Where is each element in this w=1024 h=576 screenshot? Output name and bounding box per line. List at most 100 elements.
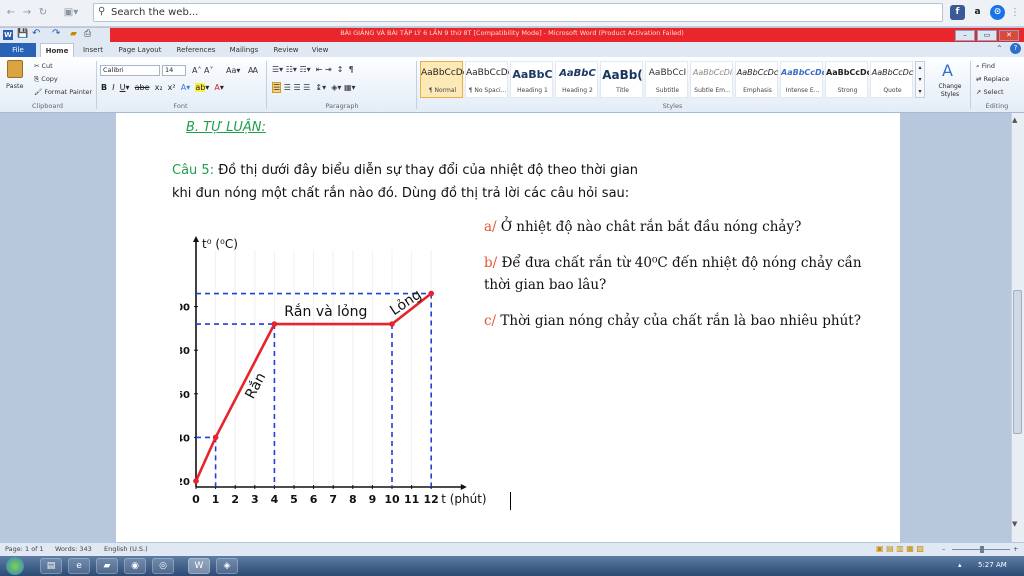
zoom-slider-thumb[interactable] xyxy=(980,546,984,553)
underline-icon[interactable]: U xyxy=(120,83,126,92)
tab-references[interactable]: References xyxy=(172,43,220,57)
cut-button[interactable]: ✂ Cut xyxy=(34,62,53,70)
superscript-icon[interactable]: x² xyxy=(168,83,176,92)
zoom-out-icon[interactable]: – xyxy=(942,545,945,553)
bold-icon[interactable]: B xyxy=(101,83,107,92)
taskbar: ▤ e ▰ ◉ ◎ W ◈ ▴ 5:27 AM xyxy=(0,556,1024,576)
view-buttons[interactable]: ▣ ▤ ▥ ▦ ▧ xyxy=(876,544,924,553)
forward-icon[interactable]: → xyxy=(20,6,34,20)
chrome-icon[interactable]: ◉ xyxy=(124,558,146,574)
shading-icon[interactable]: ◈▾ xyxy=(331,83,341,92)
tab-view[interactable]: View xyxy=(306,43,334,57)
subscript-icon[interactable]: x₂ xyxy=(155,83,163,92)
format-painter-button[interactable]: 🖌 Format Painter xyxy=(34,88,92,96)
app-icon[interactable]: ◎ xyxy=(152,558,174,574)
section-heading-text: B. TỰ LUẬN: xyxy=(186,120,266,135)
zoom-in-icon[interactable]: + xyxy=(1013,545,1018,553)
style-no-spacing[interactable]: AaBbCcDc ¶ No Spaci... xyxy=(465,61,509,98)
redo-icon[interactable]: ↷ xyxy=(52,28,60,39)
help-icon[interactable]: ? xyxy=(1010,43,1021,54)
word-taskbar-icon[interactable]: W xyxy=(188,558,210,574)
print-icon[interactable]: ⎙ xyxy=(84,29,91,39)
scrollbar-thumb[interactable] xyxy=(1013,290,1022,434)
change-case-icon[interactable]: Aa▾ xyxy=(226,66,240,75)
scroll-up-icon[interactable]: ▲ xyxy=(1012,116,1017,124)
folder-icon[interactable]: ▰ xyxy=(96,558,118,574)
style-title[interactable]: AaBb( Title xyxy=(600,61,643,98)
sort-icon[interactable]: ↕ xyxy=(337,65,344,74)
tab-menu-icon[interactable]: ▣▾ xyxy=(60,6,82,20)
tab-insert[interactable]: Insert xyxy=(78,43,108,57)
justify-icon[interactable]: ☰ xyxy=(303,83,310,92)
sub-question-text: Để đưa chất rắn từ 40⁰C đến nhiệt độ nón… xyxy=(497,255,862,271)
tab-home[interactable]: Home xyxy=(40,43,74,57)
style-emphasis[interactable]: AaBbCcDc Emphasis xyxy=(735,61,778,98)
tab-mailings[interactable]: Mailings xyxy=(224,43,264,57)
open-icon[interactable]: ▰ xyxy=(70,29,77,39)
show-marks-icon[interactable]: ¶ xyxy=(349,65,354,74)
strikethrough-icon[interactable]: abe xyxy=(135,83,150,92)
copy-button[interactable]: ⎘ Copy xyxy=(34,75,58,84)
highlight-icon[interactable]: ab xyxy=(195,83,206,92)
style-strong[interactable]: AaBbCcDc Strong xyxy=(825,61,869,98)
tab-review[interactable]: Review xyxy=(268,43,304,57)
clock[interactable]: 5:27 AM xyxy=(978,561,1007,569)
find-button[interactable]: ⌕ Find xyxy=(976,62,995,71)
style-heading-2[interactable]: AaBbC Heading 2 xyxy=(555,61,598,98)
explorer-icon[interactable]: ▤ xyxy=(40,558,62,574)
minimize-icon[interactable]: – xyxy=(955,30,975,41)
change-styles-button[interactable]: A Change Styles xyxy=(932,61,968,101)
facebook-icon[interactable]: f xyxy=(950,5,965,20)
word-count[interactable]: Words: 343 xyxy=(55,545,92,553)
scroll-down-icon[interactable]: ▼ xyxy=(1012,520,1017,528)
style-subtitle[interactable]: AaBbCcI Subtitle xyxy=(645,61,688,98)
start-button-icon[interactable] xyxy=(6,557,24,575)
borders-icon[interactable]: ▦▾ xyxy=(344,83,356,92)
numbering-icon[interactable]: ☷▾ xyxy=(286,65,297,74)
line-spacing-icon[interactable]: ↨▾ xyxy=(315,83,326,92)
select-button[interactable]: ➚ Select xyxy=(976,88,1004,96)
page-count[interactable]: Page: 1 of 1 xyxy=(5,545,44,553)
ie-icon[interactable]: e xyxy=(68,558,90,574)
align-left-icon[interactable]: ☰ xyxy=(272,82,282,93)
align-right-icon[interactable]: ☰ xyxy=(293,83,300,92)
save-icon[interactable]: 💾 xyxy=(17,29,28,39)
tab-page-layout[interactable]: Page Layout xyxy=(112,43,168,57)
refresh-icon[interactable]: ↻ xyxy=(36,6,50,20)
minimize-ribbon-icon[interactable]: ⌃ xyxy=(996,44,1003,53)
tab-file[interactable]: File xyxy=(0,43,36,57)
replace-button[interactable]: ⇄ Replace xyxy=(976,75,1009,83)
search-input[interactable]: ⚲ Search the web... xyxy=(93,3,943,22)
style-normal[interactable]: AaBbCcDc ¶ Normal xyxy=(420,61,464,98)
clear-format-icon[interactable]: Ꜳ xyxy=(248,66,258,75)
amazon-icon[interactable]: a xyxy=(970,5,985,20)
extension-icon[interactable]: ⊙ xyxy=(990,5,1005,20)
style-intense-emphasis[interactable]: AaBbCcDc Intense E... xyxy=(780,61,824,98)
language-status[interactable]: English (U.S.) xyxy=(104,545,148,553)
back-icon[interactable]: ← xyxy=(4,6,18,20)
style-subtle-emphasis[interactable]: AaBbCcDi Subtle Em... xyxy=(690,61,733,98)
data-point xyxy=(212,434,219,441)
text-effects-icon[interactable]: A▾ xyxy=(181,83,191,92)
font-size-select[interactable]: 14 xyxy=(162,65,186,76)
paste-button[interactable]: Paste xyxy=(4,60,26,90)
font-color-icon[interactable]: A xyxy=(214,83,219,92)
bullets-icon[interactable]: ☰▾ xyxy=(272,65,283,74)
decrease-indent-icon[interactable]: ⇤ xyxy=(316,65,323,74)
increase-indent-icon[interactable]: ⇥ xyxy=(325,65,332,74)
media-icon[interactable]: ◈ xyxy=(216,558,238,574)
style-heading-1[interactable]: AaBbC Heading 1 xyxy=(510,61,553,98)
tray-arrow-icon[interactable]: ▴ xyxy=(958,561,962,569)
font-name-select[interactable]: Calibri xyxy=(100,65,160,76)
menu-icon[interactable]: ⋮ xyxy=(1008,6,1022,20)
italic-icon[interactable]: I xyxy=(112,83,114,92)
grow-font-icon[interactable]: A˄ A˅ xyxy=(192,66,214,75)
styles-scroll[interactable]: ▴ ▾ ▾ xyxy=(915,61,925,98)
maximize-icon[interactable]: ▭ xyxy=(977,30,997,41)
align-center-icon[interactable]: ☰ xyxy=(284,83,291,92)
multilevel-icon[interactable]: ☶▾ xyxy=(299,65,310,74)
undo-icon[interactable]: ↶ xyxy=(32,28,40,39)
y-tick-label: 80 xyxy=(180,346,190,357)
style-quote[interactable]: AaBbCcDc Quote xyxy=(870,61,913,98)
close-icon[interactable]: ✕ xyxy=(999,30,1019,41)
